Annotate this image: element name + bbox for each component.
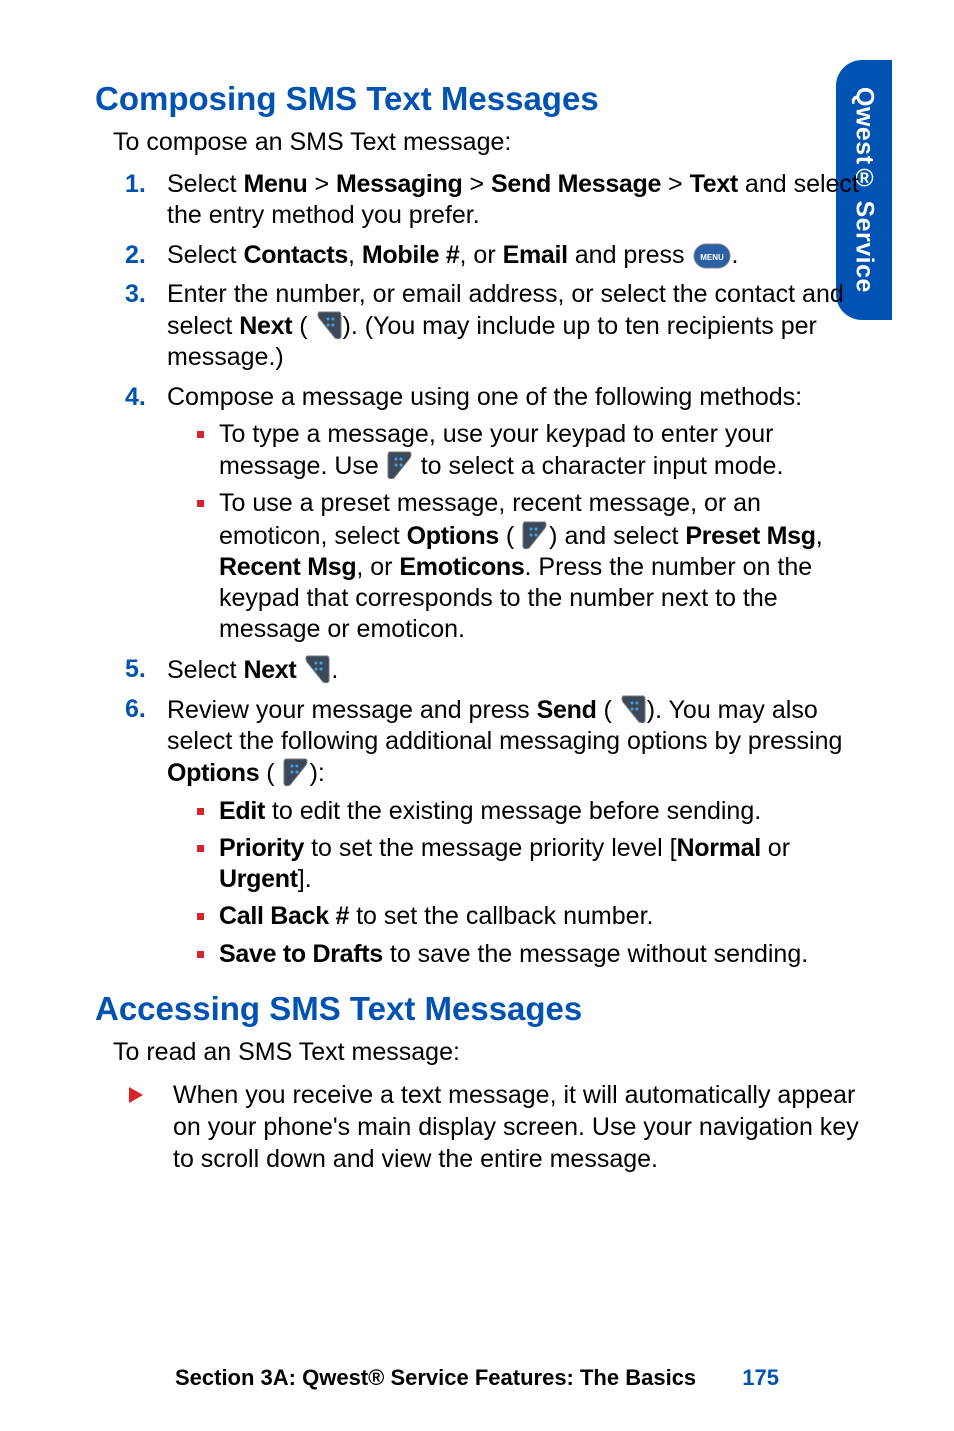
step-4-sub-1: To type a message, use your keypad to en… [195,419,874,483]
page-number: 175 [742,1365,779,1390]
intro-accessing: To read an SMS Text message: [113,1038,874,1067]
steps-list: Select Menu > Messaging > Send Message >… [125,169,874,970]
step-6-sub-drafts: Save to Drafts to save the message witho… [195,939,874,970]
step-2: Select Contacts, Mobile #, or Email and … [125,240,874,271]
step-1: Select Menu > Messaging > Send Message >… [125,169,874,232]
arrow-item-read: When you receive a text message, it will… [125,1079,874,1175]
step-4-sub-2: To use a preset message, recent message,… [195,488,874,645]
step-6-sub-priority: Priority to set the message priority lev… [195,833,874,896]
intro-composing: To compose an SMS Text message: [113,128,874,157]
footer-text: Section 3A: Qwest® Service Features: The… [175,1365,696,1390]
page-footer: Section 3A: Qwest® Service Features: The… [0,1365,954,1391]
step-6: Review your message and press Send ( ). … [125,694,874,970]
left-softkey-icon [619,694,647,724]
right-softkey-icon [521,520,549,550]
menu-ok-icon: MENU [692,242,732,270]
step-3: Enter the number, or email address, or s… [125,279,874,374]
svg-text:MENU: MENU [700,253,724,262]
step-4: Compose a message using one of the follo… [125,382,874,646]
heading-accessing: Accessing SMS Text Messages [95,990,874,1028]
step-6-sub-edit: Edit to edit the existing message before… [195,796,874,827]
right-softkey-icon [282,757,310,787]
right-softkey-icon [386,450,414,480]
step-5: Select Next . [125,654,874,686]
step-6-sublist: Edit to edit the existing message before… [195,796,874,970]
step-6-sub-callback: Call Back # to set the callback number. [195,901,874,932]
page-container: Qwest® Service Composing SMS Text Messag… [0,0,954,1431]
step-4-sublist: To type a message, use your keypad to en… [195,419,874,646]
left-softkey-icon [303,654,331,684]
heading-composing: Composing SMS Text Messages [95,80,874,118]
left-softkey-icon [315,310,343,340]
